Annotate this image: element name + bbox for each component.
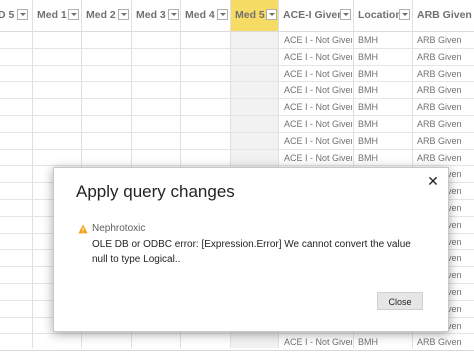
dialog-title: Apply query changes [76, 182, 235, 201]
close-icon[interactable]: ✕ [426, 174, 440, 188]
apply-query-changes-dialog: Apply query changes ✕ Nephrotoxic OLE DB… [53, 167, 449, 332]
error-message: OLE DB or ODBC error: [Expression.Error]… [92, 239, 411, 265]
warning-icon [78, 224, 88, 234]
close-button[interactable]: Close [377, 292, 423, 310]
query-name: Nephrotoxic [92, 223, 146, 234]
